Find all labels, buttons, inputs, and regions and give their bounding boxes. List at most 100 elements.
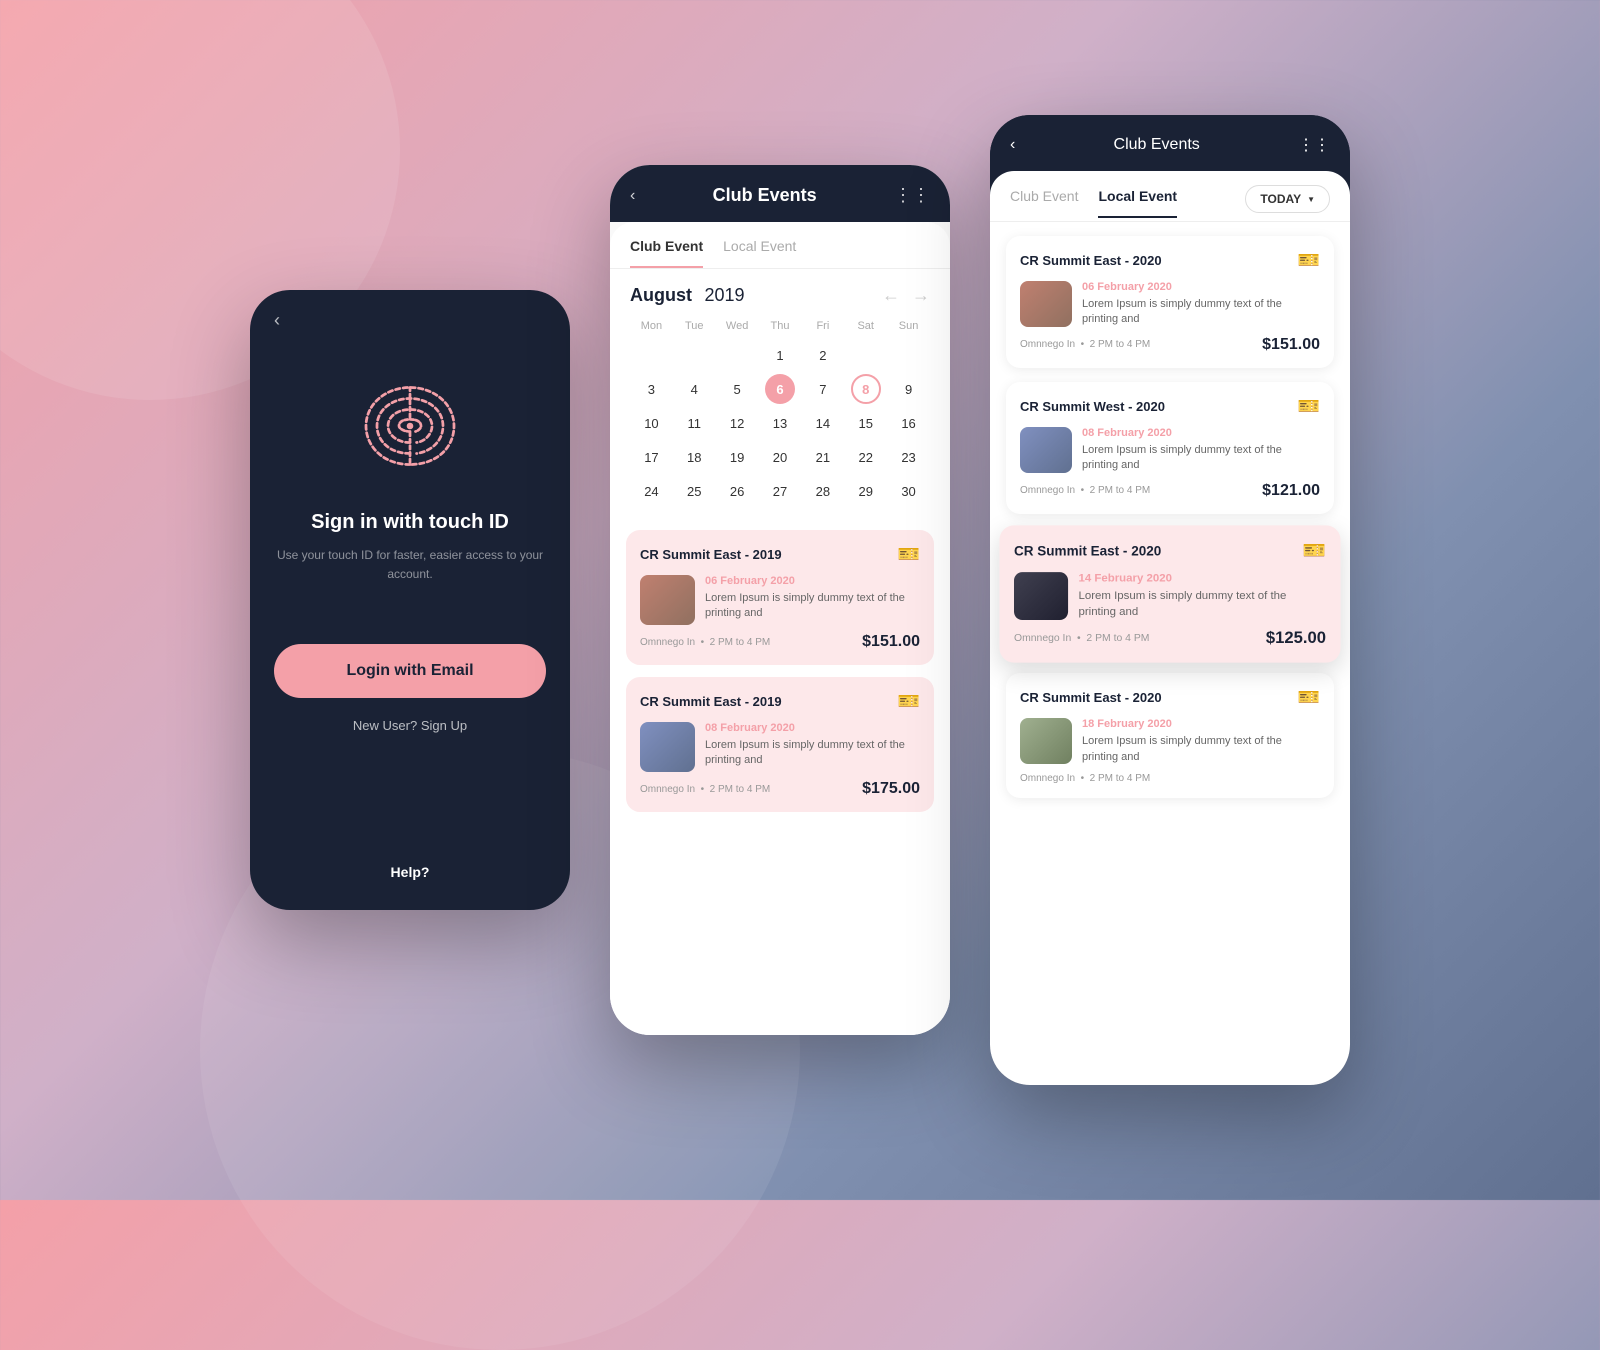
cal-day-29[interactable]: 29 (851, 476, 881, 506)
fingerprint-icon[interactable] (355, 371, 465, 481)
tab-local-event[interactable]: Local Event (723, 238, 796, 268)
cal-day-21[interactable]: 21 (808, 442, 838, 472)
cal-day-28[interactable]: 28 (808, 476, 838, 506)
day-sat: Sat (844, 320, 887, 332)
cal-day-2[interactable]: 2 (808, 340, 838, 370)
phone3-event-card-4[interactable]: CR Summit East - 2020 🎫 18 February 2020… (1006, 673, 1334, 798)
back-button[interactable]: ‹ (274, 310, 280, 331)
cal-day-18[interactable]: 18 (679, 442, 709, 472)
cal-day-25[interactable]: 25 (679, 476, 709, 506)
cal-day-1[interactable]: 1 (765, 340, 795, 370)
phone3-event-card-1[interactable]: CR Summit East - 2020 🎫 06 February 2020… (1006, 236, 1334, 368)
cal-day-13[interactable]: 13 (765, 408, 795, 438)
day-mon: Mon (630, 320, 673, 332)
day-sun: Sun (887, 320, 930, 332)
event1-image (640, 575, 695, 625)
calendar-phone: ‹ Club Events ⋮⋮ Club Event Local Event … (610, 165, 950, 1035)
cal-day-27[interactable]: 27 (765, 476, 795, 506)
cal-day-11[interactable]: 11 (679, 408, 709, 438)
phone3-menu-icon[interactable]: ⋮⋮ (1298, 135, 1330, 155)
event2-desc: Lorem Ipsum is simply dummy text of the … (705, 738, 920, 769)
cal-day-8[interactable]: 8 (851, 374, 881, 404)
phone3-event2-price: $121.00 (1262, 482, 1320, 500)
phone3-event4-image (1020, 718, 1072, 764)
phone3-title: Club Events (1114, 136, 1200, 154)
login-phone: ‹ Sign in with touch ID Use your touc (250, 290, 570, 910)
phone3-event2-title: CR Summit West - 2020 (1020, 399, 1165, 414)
phone2-back-button[interactable]: ‹ (630, 187, 635, 205)
cal-prev-button[interactable]: ← (882, 285, 900, 306)
calendar-section: August 2019 ← → Mon Tue Wed Thu Fri (610, 269, 950, 522)
cal-day-26[interactable]: 26 (722, 476, 752, 506)
phone3-back-button[interactable]: ‹ (1010, 136, 1015, 154)
phone3-event4-location: Omnnego In • 2 PM to 4 PM (1020, 773, 1150, 784)
cal-day-23[interactable]: 23 (894, 442, 924, 472)
phone2-menu-icon[interactable]: ⋮⋮ (894, 185, 930, 206)
cal-day-5[interactable]: 5 (722, 374, 752, 404)
event2-image (640, 722, 695, 772)
phone3-ticket-icon-2: 🎫 (1298, 396, 1320, 417)
events-list-phone: ‹ Club Events ⋮⋮ Club Event Local Event … (990, 115, 1350, 1085)
day-thu: Thu (759, 320, 802, 332)
cal-day-3[interactable]: 3 (636, 374, 666, 404)
event2-date: 08 February 2020 (705, 722, 920, 734)
cal-day-4[interactable]: 4 (679, 374, 709, 404)
cal-day-30[interactable]: 30 (894, 476, 924, 506)
phone3-event3-title: CR Summit East - 2020 (1014, 543, 1161, 559)
cal-day-empty (722, 340, 752, 370)
event1-price: $151.00 (862, 633, 920, 651)
ticket-icon-1: 🎫 (898, 544, 920, 565)
cal-day-6[interactable]: 6 (765, 374, 795, 404)
phone3-event-card-2[interactable]: CR Summit West - 2020 🎫 08 February 2020… (1006, 382, 1334, 514)
sign-in-subtitle: Use your touch ID for faster, easier acc… (274, 546, 546, 584)
cal-day-9[interactable]: 9 (894, 374, 924, 404)
cal-day-19[interactable]: 19 (722, 442, 752, 472)
login-email-button[interactable]: Login with Email (274, 644, 546, 698)
phone3-ticket-icon-1: 🎫 (1298, 250, 1320, 271)
phone3-event4-desc: Lorem Ipsum is simply dummy text of the … (1082, 734, 1320, 765)
cal-day-7[interactable]: 7 (808, 374, 838, 404)
event2-location: Omnnego In • 2 PM to 4 PM (640, 784, 770, 795)
phone3-tabs: Club Event Local Event TODAY (990, 171, 1350, 222)
phone2-tabs: Club Event Local Event (610, 222, 950, 269)
event1-title: CR Summit East - 2019 (640, 547, 782, 562)
phone3-event3-image (1014, 572, 1068, 620)
phone3-event2-desc: Lorem Ipsum is simply dummy text of the … (1082, 443, 1320, 474)
event1-date: 06 February 2020 (705, 575, 920, 587)
phone2-event-card-2[interactable]: CR Summit East - 2019 🎫 08 February 2020… (626, 677, 934, 812)
cal-day-empty (636, 340, 666, 370)
cal-day-12[interactable]: 12 (722, 408, 752, 438)
calendar-month: August (630, 285, 692, 305)
day-wed: Wed (716, 320, 759, 332)
phone3-tab-local-event[interactable]: Local Event (1098, 188, 1177, 218)
cal-day-24[interactable]: 24 (636, 476, 666, 506)
phone3-tab-club-event[interactable]: Club Event (1010, 188, 1078, 218)
help-link[interactable]: Help? (391, 864, 430, 880)
cal-day-empty (851, 340, 881, 370)
phone3-event1-desc: Lorem Ipsum is simply dummy text of the … (1082, 297, 1320, 328)
phone3-event4-date: 18 February 2020 (1082, 718, 1320, 730)
event1-desc: Lorem Ipsum is simply dummy text of the … (705, 591, 920, 622)
phone2-title: Club Events (713, 185, 817, 206)
cal-day-10[interactable]: 10 (636, 408, 666, 438)
cal-day-15[interactable]: 15 (851, 408, 881, 438)
phone3-ticket-icon-4: 🎫 (1298, 687, 1320, 708)
calendar-grid: 1 2 3 4 5 6 7 8 9 10 11 (630, 340, 930, 506)
phone3-event-card-3[interactable]: CR Summit East - 2020 🎫 14 February 2020… (999, 525, 1340, 662)
phone3-event4-title: CR Summit East - 2020 (1020, 690, 1162, 705)
cal-next-button[interactable]: → (912, 285, 930, 306)
cal-day-17[interactable]: 17 (636, 442, 666, 472)
calendar-year: 2019 (704, 285, 744, 305)
today-dropdown[interactable]: TODAY (1245, 185, 1330, 213)
phone3-event2-image (1020, 427, 1072, 473)
cal-day-14[interactable]: 14 (808, 408, 838, 438)
phone3-events-list: CR Summit East - 2020 🎫 06 February 2020… (990, 222, 1350, 812)
cal-day-22[interactable]: 22 (851, 442, 881, 472)
phone3-event3-date: 14 February 2020 (1078, 572, 1326, 584)
phone2-event-card-1[interactable]: CR Summit East - 2019 🎫 06 February 2020… (626, 530, 934, 665)
phone3-event3-location: Omnnego In • 2 PM to 4 PM (1014, 632, 1149, 643)
new-user-link[interactable]: New User? Sign Up (353, 718, 467, 733)
cal-day-16[interactable]: 16 (894, 408, 924, 438)
cal-day-20[interactable]: 20 (765, 442, 795, 472)
tab-club-event[interactable]: Club Event (630, 238, 703, 268)
